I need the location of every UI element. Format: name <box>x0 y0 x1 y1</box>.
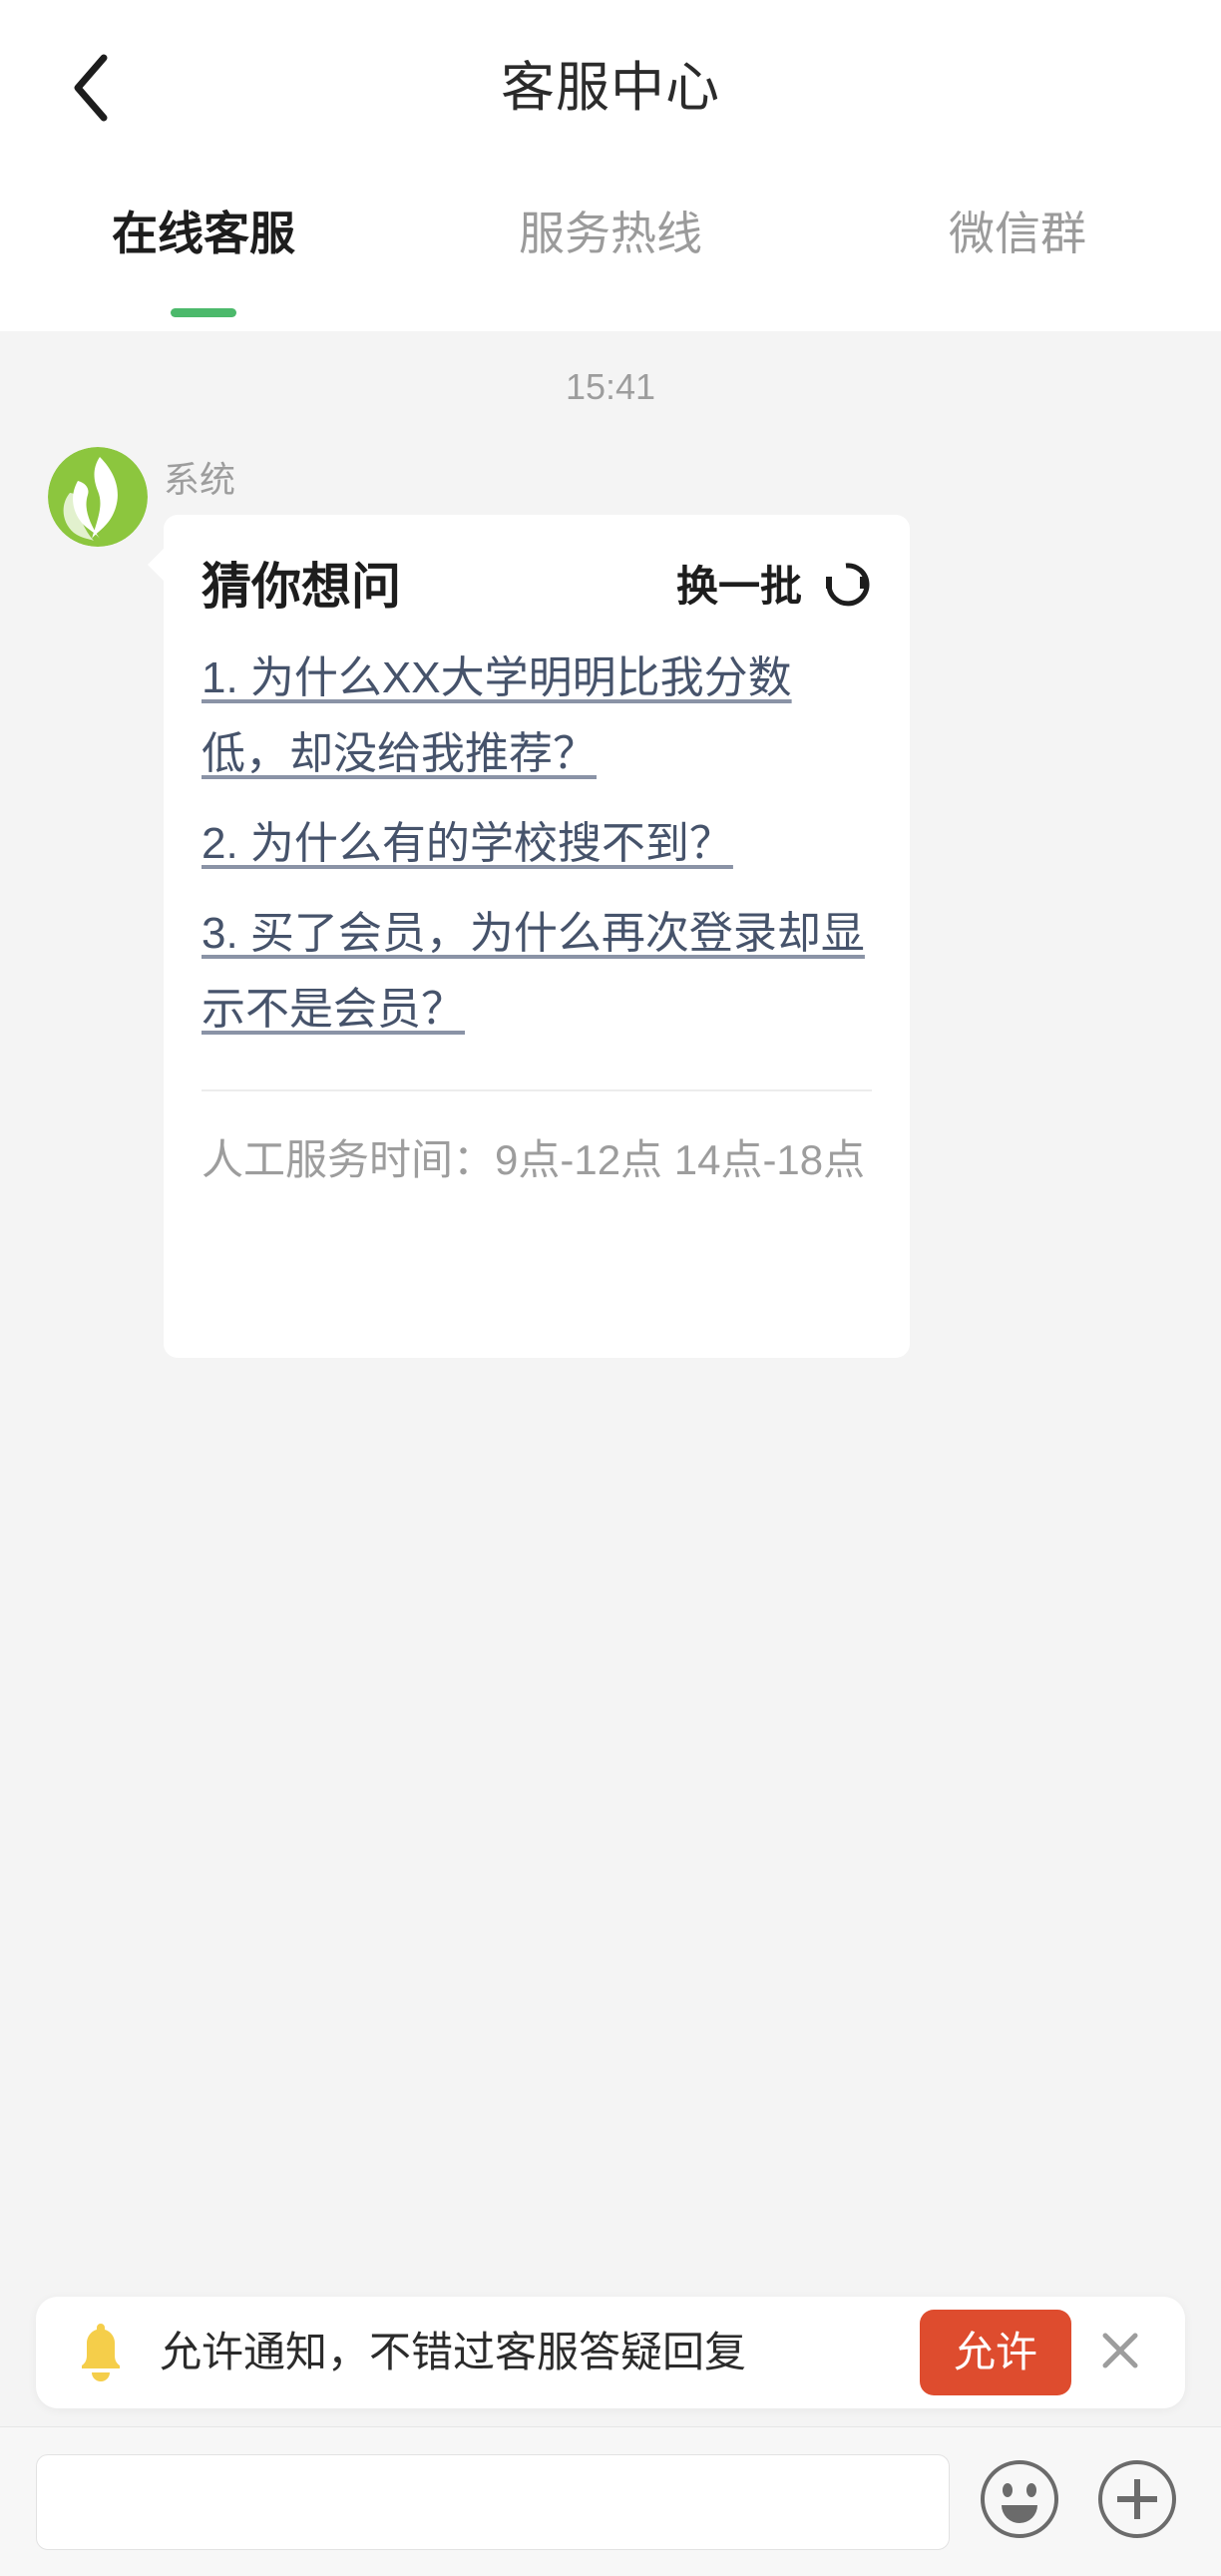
tab-active-indicator <box>171 308 236 317</box>
close-notification-button[interactable] <box>1081 2314 1159 2391</box>
tab-wechat-group[interactable]: 微信群 <box>814 190 1221 331</box>
bell-icon <box>70 2319 132 2386</box>
tab-online-service[interactable]: 在线客服 <box>0 190 407 331</box>
suggested-question-item[interactable]: 1. 为什么XX大学明明比我分数低，却没给我推荐？ <box>202 641 872 792</box>
guess-question-card: 猜你想问 换一批 1. 为什么XX大学明明比我分数低，却没给我推荐？ 2. 为什… <box>164 515 910 1358</box>
card-divider <box>202 1089 872 1091</box>
emoji-button[interactable] <box>972 2454 1067 2550</box>
tab-label: 微信群 <box>949 208 1086 259</box>
message-bubble-wrapper: 猜你想问 换一批 1. 为什么XX大学明明比我分数低，却没给我推荐？ 2. 为什… <box>148 515 910 1358</box>
system-leaf-logo-icon <box>48 447 148 547</box>
tab-bar: 在线客服 服务热线 微信群 <box>0 190 1221 331</box>
plus-icon <box>1095 2457 1179 2546</box>
more-actions-button[interactable] <box>1089 2454 1185 2550</box>
suggested-question-list: 1. 为什么XX大学明明比我分数低，却没给我推荐？ 2. 为什么有的学校搜不到？… <box>202 641 872 1048</box>
sender-name: 系统 <box>164 459 236 500</box>
message-timestamp: 15:41 <box>565 366 656 407</box>
notification-banner: 允许通知，不错过客服答疑回复 允许 <box>36 2297 1185 2408</box>
service-hours-text: 人工服务时间：9点-12点 14点-18点 <box>202 1136 866 1183</box>
message-row: 系统 猜你想问 换一批 1. 为什么XX大学明明比我分数低，却没给我推荐？ 2.… <box>0 411 1221 1358</box>
message-input[interactable] <box>36 2453 950 2550</box>
suggested-question-item[interactable]: 3. 买了会员，为什么再次登录却显示不是会员？ <box>202 896 872 1048</box>
card-title: 猜你想问 <box>202 559 401 615</box>
refresh-icon <box>820 559 872 616</box>
close-icon <box>1097 2328 1143 2378</box>
allow-button[interactable]: 允许 <box>919 2310 1071 2395</box>
refresh-batch-button[interactable]: 换一批 <box>676 559 872 616</box>
notification-banner-zone: 允许通知，不错过客服答疑回复 允许 <box>0 2275 1221 2426</box>
message-input-bar <box>0 2426 1221 2576</box>
tab-label: 在线客服 <box>112 208 295 259</box>
smiley-icon <box>978 2457 1061 2546</box>
tab-service-hotline[interactable]: 服务热线 <box>407 190 814 331</box>
bubble-tail <box>148 547 166 583</box>
suggested-question-item[interactable]: 2. 为什么有的学校搜不到？ <box>202 806 872 882</box>
refresh-batch-label: 换一批 <box>675 563 802 610</box>
page-title: 客服中心 <box>501 58 720 118</box>
chat-area: 15:41 系统 猜你想问 换一批 1. 为什么XX大学明明比我分数低，却没给我… <box>0 331 1221 2275</box>
tab-label: 服务热线 <box>519 208 702 259</box>
customer-service-screen: 客服中心 在线客服 服务热线 微信群 15:41 系统 猜你想问 换一批 1. … <box>0 0 1221 2576</box>
navbar: 客服中心 <box>0 0 1221 190</box>
notification-text: 允许通知，不错过客服答疑回复 <box>160 2329 747 2375</box>
card-header: 猜你想问 换一批 <box>202 555 872 619</box>
avatar <box>48 447 148 547</box>
